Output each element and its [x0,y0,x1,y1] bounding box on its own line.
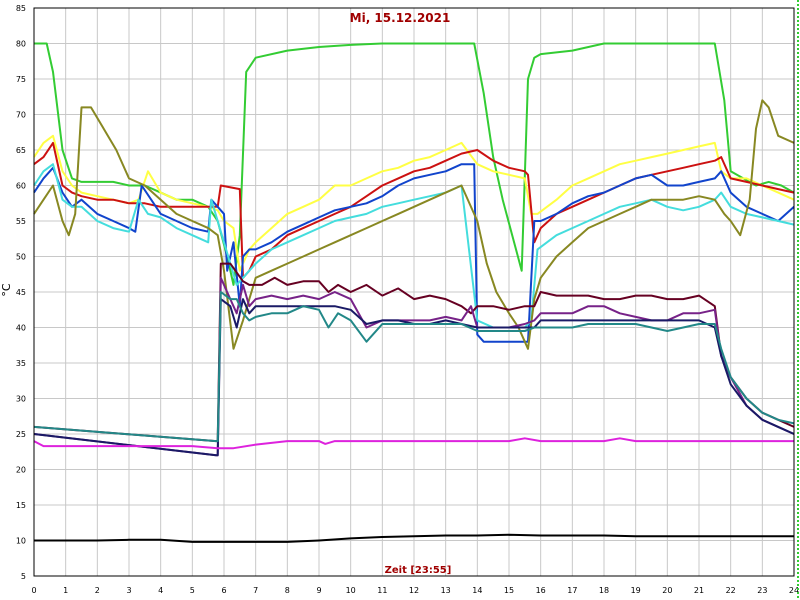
chart-window: 5 10 15 20 25 30 35 40 45 50 55 60 65 70 75 80 85 012345… [0,0,800,600]
x-tick-label: 9 [316,586,321,595]
x-tick-label: 17 [567,586,577,595]
y-tick-label: 85 [16,4,26,13]
x-tick-label: 21 [694,586,704,595]
x-tick-label: 7 [253,586,258,595]
y-tick-label: 5 [21,572,26,581]
y-tick-label: 50 [16,253,26,262]
x-tick-label: 1 [63,586,68,595]
x-tick-label: 0 [31,586,36,595]
y-tick-label: 10 [16,537,26,546]
x-tick-label: 8 [285,586,290,595]
x-tick-label: 5 [190,586,195,595]
x-tick-label: 18 [599,586,609,595]
temperature-chart: 510152025303540455055606570758085 012345… [0,0,800,600]
chart-title: Mi, 15.12.2021 [350,11,451,25]
x-tick-label: 3 [126,586,131,595]
x-tick-label: 6 [221,586,226,595]
x-tick-label: 13 [441,586,451,595]
x-tick-label: 16 [536,586,546,595]
y-tick-label: 20 [16,466,26,475]
y-tick-label: 65 [16,146,26,155]
x-tick-label: 10 [346,586,356,595]
y-tick-label: 25 [16,430,26,439]
x-tick-label: 4 [158,586,163,595]
y-tick-label: 60 [16,182,26,191]
y-tick-label: 15 [16,501,26,510]
x-tick-label: 22 [726,586,736,595]
x-tick-label: 2 [95,586,100,595]
x-tick-label: 19 [631,586,641,595]
y-tick-label: 35 [16,359,26,368]
x-axis-label: Zeit [23:55] [385,565,452,576]
y-tick-label: 40 [16,324,26,333]
x-tick-label: 14 [472,586,482,595]
y-tick-label: 70 [16,111,26,120]
y-tick-label: 45 [16,288,26,297]
x-tick-label: 23 [757,586,767,595]
y-tick-label: 55 [16,217,26,226]
y-tick-label: 30 [16,395,26,404]
x-tick-label: 12 [409,586,419,595]
x-tick-label: 11 [377,586,387,595]
y-tick-label: 80 [16,40,26,49]
x-tick-label: 20 [662,586,672,595]
x-tick-label: 15 [504,586,514,595]
y-tick-label: 75 [16,75,26,84]
y-axis-label: °C [0,283,13,297]
